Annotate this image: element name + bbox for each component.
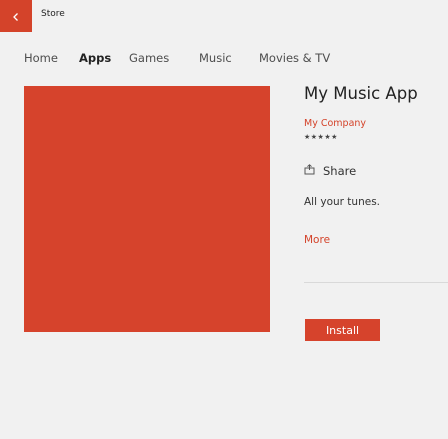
- app-name: My Music App: [304, 84, 418, 103]
- share-icon: [304, 164, 323, 178]
- share-label: Share: [323, 164, 357, 178]
- nav-item-home[interactable]: Home: [24, 51, 58, 65]
- app-tile-image: [24, 86, 270, 332]
- share-button[interactable]: Share: [304, 164, 356, 178]
- nav-item-music[interactable]: Music: [199, 51, 232, 65]
- nav-item-apps[interactable]: Apps: [79, 51, 111, 65]
- app-description: All your tunes.: [304, 196, 380, 208]
- more-link[interactable]: More: [304, 234, 330, 246]
- publisher-link[interactable]: My Company: [304, 118, 366, 129]
- nav-item-games[interactable]: Games: [129, 51, 169, 65]
- top-nav: Home Apps Games Music Movies & TV: [0, 40, 448, 70]
- nav-item-movies-tv[interactable]: Movies & TV: [259, 51, 330, 65]
- title-bar: Store: [0, 0, 448, 32]
- arrow-left-icon: [11, 7, 21, 26]
- divider: [304, 282, 448, 283]
- back-button[interactable]: [0, 0, 32, 32]
- window-title: Store: [41, 9, 65, 19]
- install-button[interactable]: Install: [305, 319, 380, 341]
- rating-stars: ★★★★★: [304, 133, 338, 141]
